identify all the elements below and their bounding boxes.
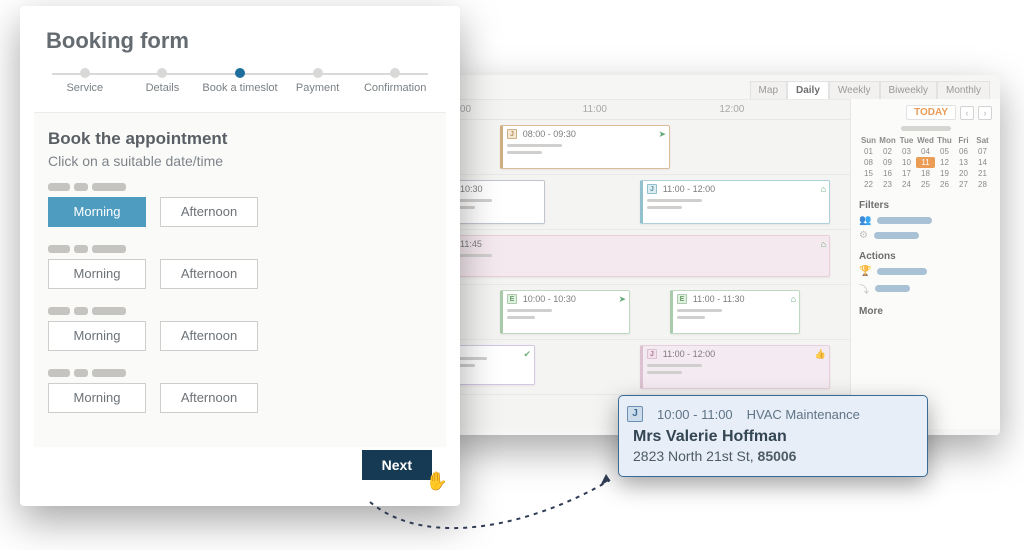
calendar-tabs-row: Map Daily Weekly Biweekly Monthly bbox=[440, 75, 1000, 99]
event-time: 11:00 - 11:30 bbox=[693, 294, 745, 304]
check-icon: ✔ bbox=[523, 349, 531, 360]
event-badge: J bbox=[647, 184, 657, 194]
tab-monthly[interactable]: Monthly bbox=[937, 81, 990, 99]
tab-map[interactable]: Map bbox=[750, 81, 787, 99]
slot-afternoon[interactable]: Afternoon bbox=[160, 383, 258, 413]
step-confirmation[interactable]: Confirmation bbox=[356, 82, 434, 94]
next-button[interactable]: Next bbox=[362, 450, 432, 480]
booking-title: Booking form bbox=[46, 28, 434, 54]
action-icon: 🏆 bbox=[859, 266, 871, 277]
step-timeslot[interactable]: Book a timeslot bbox=[201, 82, 279, 94]
more-heading: More bbox=[859, 306, 992, 317]
filters-heading: Filters bbox=[859, 200, 992, 211]
slot-morning[interactable]: Morning bbox=[48, 259, 146, 289]
thumb-icon: 👍 bbox=[815, 349, 826, 360]
calendar-panel: Map Daily Weekly Biweekly Monthly 10:00 … bbox=[440, 75, 1000, 435]
event-time: 10:00 - 10:30 bbox=[523, 294, 576, 304]
booking-form: Booking form Service Details Book a time… bbox=[20, 6, 460, 506]
hour-col: 11:00 bbox=[577, 100, 714, 119]
event-time: 11:00 - 12:00 bbox=[663, 184, 715, 194]
mini-calendar[interactable]: SunMonTueWedThuFriSat 01020304050607 080… bbox=[859, 126, 992, 190]
tab-weekly[interactable]: Weekly bbox=[829, 81, 880, 99]
event-card[interactable]: E 10:00 - 10:30 ➤ bbox=[500, 290, 630, 334]
slot-afternoon[interactable]: Afternoon bbox=[160, 321, 258, 351]
tab-daily[interactable]: Daily bbox=[787, 81, 829, 99]
event-badge: J bbox=[647, 349, 657, 359]
calendar-sidebar: TODAY ‹ › SunMonTueWedThuFriSat 01020304… bbox=[850, 99, 1000, 429]
tooltip-badge: J bbox=[627, 406, 643, 422]
tooltip-customer-name: Mrs Valerie Hoffman bbox=[633, 428, 913, 446]
section-title: Book the appointment bbox=[48, 129, 432, 149]
event-time: 11:00 - 12:00 bbox=[663, 349, 715, 359]
wizard-steps: Service Details Book a timeslot Payment … bbox=[46, 68, 434, 94]
slot-afternoon[interactable]: Afternoon bbox=[160, 197, 258, 227]
event-card[interactable]: J 11:00 - 12:00 ⌂ bbox=[640, 180, 830, 224]
slot-morning[interactable]: Morning bbox=[48, 197, 146, 227]
tooltip-title: HVAC Maintenance bbox=[747, 407, 860, 422]
event-card[interactable]: J 08:00 - 09:30 ➤ bbox=[500, 125, 670, 169]
tooltip-time: 10:00 - 11:00 bbox=[657, 407, 733, 422]
event-card[interactable]: J 11:00 - 12:00 👍 bbox=[640, 345, 830, 389]
action-icon: ⤵ bbox=[859, 281, 869, 296]
section-hint: Click on a suitable date/time bbox=[48, 153, 432, 169]
schedule-grid: 10:00 11:00 12:00 J 08:00 - 09:30 ➤ 0 - … bbox=[440, 99, 850, 429]
slot-morning[interactable]: Morning bbox=[48, 321, 146, 351]
event-tooltip: J 10:00 - 11:00 HVAC Maintenance Mrs Val… bbox=[618, 395, 928, 477]
home-icon: ⌂ bbox=[821, 239, 826, 249]
step-details[interactable]: Details bbox=[124, 82, 202, 94]
step-payment[interactable]: Payment bbox=[279, 82, 357, 94]
event-badge: E bbox=[677, 294, 687, 304]
event-time: 08:00 - 09:30 bbox=[523, 129, 576, 139]
prev-button[interactable]: ‹ bbox=[960, 106, 974, 120]
filter-icon: 👥 bbox=[859, 215, 871, 226]
filter-icon: ⚙ bbox=[859, 230, 868, 241]
location-icon: ➤ bbox=[618, 294, 626, 305]
hour-col: 12:00 bbox=[713, 100, 850, 119]
home-icon: ⌂ bbox=[791, 294, 796, 304]
slot-morning[interactable]: Morning bbox=[48, 383, 146, 413]
slot-afternoon[interactable]: Afternoon bbox=[160, 259, 258, 289]
tab-biweekly[interactable]: Biweekly bbox=[880, 81, 937, 99]
step-service[interactable]: Service bbox=[46, 82, 124, 94]
today-button[interactable]: TODAY bbox=[906, 105, 956, 120]
event-badge: J bbox=[507, 129, 517, 139]
event-badge: E bbox=[507, 294, 517, 304]
hour-col: 10:00 bbox=[440, 100, 577, 119]
home-icon: ⌂ bbox=[821, 184, 826, 194]
next-button[interactable]: › bbox=[978, 106, 992, 120]
event-card[interactable]: E 11:00 - 11:30 ⌂ bbox=[670, 290, 800, 334]
event-card[interactable]: 0 - 11:45 ⌂ bbox=[440, 235, 830, 277]
actions-heading: Actions bbox=[859, 251, 992, 262]
location-icon: ➤ bbox=[658, 129, 666, 140]
tooltip-address: 2823 North 21st St, 85006 bbox=[633, 448, 913, 464]
